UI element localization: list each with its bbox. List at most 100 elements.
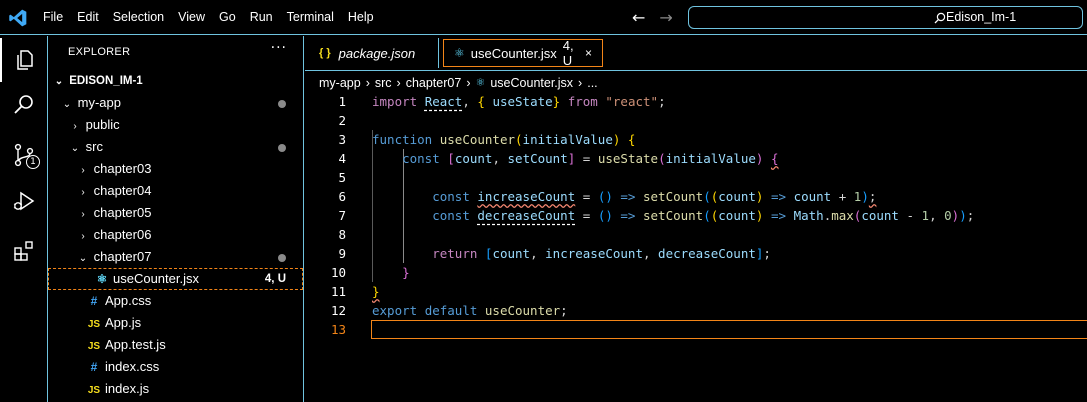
- breadcrumb-separator-icon: ›: [578, 76, 583, 90]
- code-text: const decreaseCount = () => setCount((co…: [432, 208, 975, 223]
- line-number: 7: [338, 208, 346, 223]
- line-number: 6: [338, 189, 346, 204]
- tree-item-label: EDISON_IM-1: [69, 75, 143, 87]
- breadcrumb-item[interactable]: src: [375, 73, 392, 93]
- code-line[interactable]: 1 import React, { useState} from "react";: [305, 92, 1087, 111]
- run-debug-icon: [13, 191, 35, 211]
- command-center[interactable]: Edison_Im-1: [688, 6, 1083, 29]
- chevron-down-icon: ⌄: [62, 99, 72, 110]
- tree-file-item[interactable]: JS App.js: [48, 312, 303, 334]
- menu-selection[interactable]: Selection: [106, 0, 171, 35]
- tab-usecounter-jsx[interactable]: ⚛ useCounter.jsx 4, U ×: [443, 38, 603, 68]
- search-button[interactable]: [0, 83, 48, 127]
- code-line[interactable]: 5: [305, 168, 1087, 187]
- close-icon[interactable]: ×: [585, 46, 592, 60]
- menu-run[interactable]: Run: [243, 0, 280, 35]
- tree-item-label: chapter06: [93, 227, 152, 242]
- current-line-highlight: [371, 320, 1087, 339]
- code-text: import React, { useState} from "react";: [372, 94, 666, 109]
- react-file-icon: ⚛: [475, 77, 486, 89]
- tree-folder-item[interactable]: ⌄ chapter07: [48, 246, 303, 268]
- breadcrumb-separator-icon: ›: [466, 76, 471, 90]
- explorer-sidebar: EXPLORER ··· ⌄ EDISON_IM-1 ⌄ my-app › publ…: [48, 36, 304, 402]
- tree-folder-item[interactable]: › chapter04: [48, 180, 303, 202]
- code-line[interactable]: 6 const increaseCount = () => setCount((…: [305, 187, 1087, 206]
- tree-file-item[interactable]: JS App.test.js: [48, 334, 303, 356]
- search-icon: [934, 12, 946, 24]
- breadcrumb-item[interactable]: my-app: [319, 73, 361, 93]
- tree-folder-item[interactable]: ⌄ EDISON_IM-1: [48, 70, 303, 92]
- menu-view[interactable]: View: [171, 0, 212, 35]
- tree-folder-item[interactable]: ⌄ my-app: [48, 92, 303, 114]
- code-line[interactable]: 10 }: [305, 263, 1087, 282]
- tree-folder-item[interactable]: › chapter03: [48, 158, 303, 180]
- more-actions-icon[interactable]: ···: [271, 40, 287, 56]
- tree-item-label: chapter04: [93, 183, 152, 198]
- breadcrumb-item[interactable]: ...: [587, 73, 597, 93]
- code-line[interactable]: 9 return [count, increaseCount, decrease…: [305, 244, 1087, 263]
- code-text: function useCounter(initialValue) {: [372, 132, 636, 147]
- menu-go[interactable]: Go: [212, 0, 243, 35]
- tab-bar: { } package.json ⚛ useCounter.jsx 4, U ×: [305, 36, 1087, 71]
- line-number: 4: [338, 151, 346, 166]
- tree-item-label: index.css: [105, 359, 160, 374]
- js-file-icon: JS: [87, 385, 101, 396]
- line-number: 12: [330, 303, 346, 318]
- tree-file-item[interactable]: # App.css: [48, 290, 303, 312]
- menu-terminal[interactable]: Terminal: [280, 0, 341, 35]
- line-number: 1: [338, 94, 346, 109]
- tree-folder-item[interactable]: ⌄ src: [48, 136, 303, 158]
- chevron-down-icon: ⌄: [70, 143, 80, 154]
- menu-edit[interactable]: Edit: [70, 0, 106, 35]
- line-number: 5: [338, 170, 346, 185]
- line-number: 10: [330, 265, 346, 280]
- breadcrumb-item[interactable]: chapter07: [406, 73, 462, 93]
- tree-file-item[interactable]: # index.css: [48, 356, 303, 378]
- tree-item-label: App.css: [105, 293, 152, 308]
- menu-help[interactable]: Help: [341, 0, 381, 35]
- tree-folder-item[interactable]: › chapter05: [48, 202, 303, 224]
- code-line[interactable]: 8: [305, 225, 1087, 244]
- extensions-button[interactable]: [0, 229, 48, 273]
- files-icon: [17, 50, 33, 70]
- code-line[interactable]: 4 const [count, setCount] = useState(ini…: [305, 149, 1087, 168]
- code-text: const [count, setCount] = useState(initi…: [402, 151, 779, 166]
- line-number: 11: [330, 284, 346, 299]
- run-debug-button[interactable]: [0, 179, 48, 223]
- breadcrumb-item[interactable]: useCounter.jsx: [490, 73, 573, 93]
- code-line[interactable]: 12 export default useCounter;: [305, 301, 1087, 320]
- file-tree: ⌄ EDISON_IM-1 ⌄ my-app › public ⌄ src › chap…: [48, 70, 303, 400]
- js-file-icon: JS: [87, 319, 101, 330]
- line-number: 2: [338, 113, 346, 128]
- breadcrumb-separator-icon: ›: [365, 76, 370, 90]
- tree-folder-item[interactable]: › public: [48, 114, 303, 136]
- menu-file[interactable]: File: [36, 0, 70, 35]
- line-number: 13: [330, 322, 346, 337]
- tree-item-label: src: [85, 139, 103, 154]
- tab-status: 4, U: [562, 38, 574, 68]
- css-file-icon: #: [90, 360, 98, 374]
- code-line[interactable]: 3 function useCounter(initialValue) {: [305, 130, 1087, 149]
- tab-package-json[interactable]: { } package.json: [309, 38, 439, 68]
- code-line[interactable]: 2: [305, 111, 1087, 130]
- tree-item-label: my-app: [77, 95, 121, 110]
- source-control-button[interactable]: 1: [0, 133, 48, 177]
- code-line[interactable]: 11}: [305, 282, 1087, 301]
- sidebar-title: EXPLORER: [68, 46, 131, 58]
- tree-folder-item[interactable]: › chapter06: [48, 224, 303, 246]
- code-text: export default useCounter;: [372, 303, 568, 318]
- vscode-logo-icon: [9, 9, 27, 27]
- tree-file-item[interactable]: ⚛ useCounter.jsx 4, U: [48, 268, 303, 290]
- code-editor[interactable]: 1 import React, { useState} from "react";…: [305, 92, 1087, 339]
- tree-file-item[interactable]: JS index.js: [48, 378, 303, 400]
- menu-bar: File Edit Selection View Go Run Terminal Help: [36, 0, 381, 35]
- title-bar: File Edit Selection View Go Run Terminal Help ←…: [0, 0, 1087, 35]
- tree-item-label: index.js: [105, 381, 150, 396]
- current-code-line[interactable]: 13: [305, 320, 1087, 339]
- explorer-button[interactable]: [0, 38, 48, 82]
- breadcrumb: my-app › src › chapter07 › ⚛ useCounter.…: [319, 73, 598, 93]
- chevron-right-icon: ›: [81, 165, 85, 176]
- back-arrow-icon[interactable]: ←: [632, 8, 645, 27]
- forward-arrow-icon[interactable]: →: [659, 8, 672, 27]
- code-line[interactable]: 7 const decreaseCount = () => setCount((…: [305, 206, 1087, 225]
